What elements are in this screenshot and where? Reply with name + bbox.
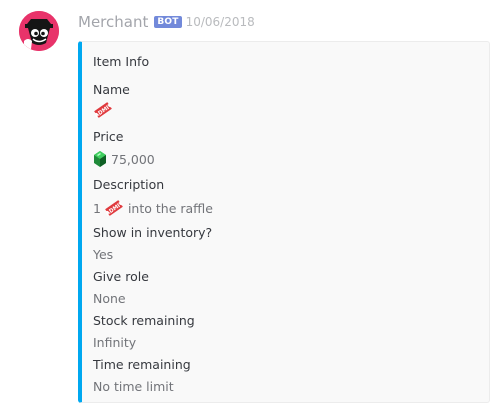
message-header: Merchant BOT 10/06/2018 [78, 12, 255, 32]
description-quantity: 1 [93, 200, 101, 216]
chat-message: Merchant BOT 10/06/2018 Item Info Name A… [0, 0, 501, 414]
field-stock-remaining-value: Infinity [93, 335, 137, 350]
field-give-role-value: None [93, 291, 126, 306]
field-show-in-inventory-value: Yes [93, 247, 114, 262]
field-give-role-label: Give role [93, 269, 149, 284]
avatar-face-icon [19, 11, 59, 51]
field-stock-remaining-label: Stock remaining [93, 313, 195, 328]
price-amount: 75,000 [111, 151, 155, 167]
emerald-icon [93, 150, 107, 168]
ticket-icon: ADMIT [93, 101, 114, 119]
field-show-in-inventory-label: Show in inventory? [93, 225, 213, 240]
username[interactable]: Merchant [78, 13, 148, 31]
field-name-value: ADMIT [93, 101, 114, 119]
embed-title: Item Info [93, 54, 150, 69]
ticket-icon: ADMIT [104, 199, 125, 217]
field-time-remaining-value: No time limit [93, 379, 174, 394]
field-description-value: 1 ADMIT into the raffle [93, 199, 213, 217]
description-text: into the raffle [127, 200, 213, 216]
field-price-label: Price [93, 129, 124, 144]
bot-tag-badge: BOT [154, 16, 182, 28]
bot-avatar[interactable] [19, 11, 59, 51]
message-timestamp: 10/06/2018 [185, 15, 255, 29]
field-name-label: Name [93, 82, 130, 97]
field-price-value: 75,000 [93, 150, 155, 168]
item-info-embed: Item Info Name ADMIT Price 75,000 Descri… [78, 41, 490, 403]
field-time-remaining-label: Time remaining [93, 357, 191, 372]
field-description-label: Description [93, 177, 165, 192]
